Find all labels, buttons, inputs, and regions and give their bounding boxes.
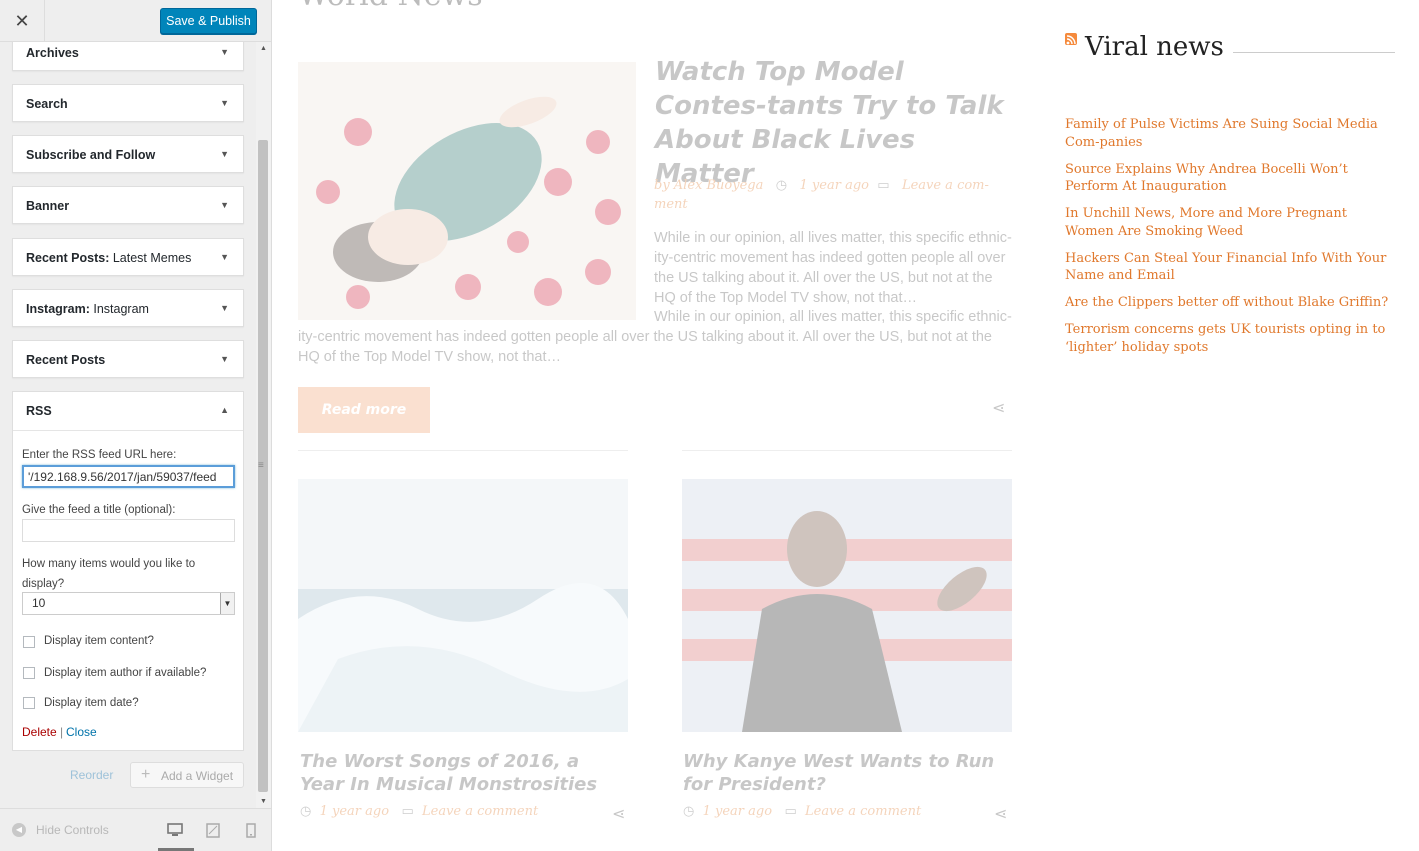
widget-title: RSS bbox=[26, 404, 52, 418]
viral-news-item[interactable]: Source Explains Why Andrea Bocelli Won’t… bbox=[1065, 161, 1395, 196]
widget-title: Banner bbox=[26, 199, 70, 213]
close-widget-link[interactable]: Close bbox=[66, 725, 97, 739]
card-1-meta: ◷ 1 year ago ▭ Leave a comment bbox=[300, 804, 539, 819]
widget-archives[interactable]: Archives ▼ bbox=[12, 42, 244, 71]
clock-icon: ◷ bbox=[767, 178, 796, 193]
clock-icon: ◷ bbox=[683, 804, 703, 819]
viral-news-item[interactable]: Are the Clippers better off without Blak… bbox=[1065, 294, 1395, 312]
app-window: ✕ Save & Publish Archives ▼ Search ▼ Sub… bbox=[0, 0, 1419, 851]
divider bbox=[682, 450, 1012, 451]
sidebar-scrollbar[interactable]: ▲ ▼ bbox=[256, 42, 271, 808]
comment-icon: ▭ bbox=[389, 804, 422, 819]
card-2-meta: ◷ 1 year ago ▭ Leave a comment bbox=[683, 804, 922, 819]
widget-title: Recent Posts bbox=[26, 353, 106, 367]
scroll-up-arrow-icon[interactable]: ▲ bbox=[260, 45, 267, 52]
arrow-down-icon[interactable]: ▼ bbox=[220, 149, 229, 159]
hero-post-title[interactable]: Watch Top Model Contes-tants Try to Talk… bbox=[655, 55, 1015, 191]
section-title: World News bbox=[298, 0, 483, 13]
post-author[interactable]: by Alex Buoyega bbox=[654, 178, 763, 193]
link-separator: | bbox=[60, 725, 64, 739]
read-more-button[interactable]: Read more bbox=[298, 387, 430, 433]
hero-post-meta: by Alex Buoyega ◷ 1 year ago ▭ Leave a c… bbox=[654, 176, 994, 214]
item-count-label: How many items would you like to display… bbox=[22, 558, 196, 590]
display-content-label: Display item content? bbox=[44, 635, 154, 647]
tablet-preview-icon[interactable] bbox=[206, 823, 220, 843]
arrow-down-icon[interactable]: ▼ bbox=[220, 47, 229, 57]
comment-icon: ▭ bbox=[873, 178, 898, 193]
card-2-title[interactable]: Why Kanye West Wants to Run for Presiden… bbox=[683, 750, 1003, 796]
post-time[interactable]: 1 year ago bbox=[800, 178, 869, 193]
hide-controls-button[interactable]: ◀ Hide Controls bbox=[12, 823, 109, 837]
card-2-image[interactable] bbox=[682, 479, 1012, 732]
widget-title: Archives bbox=[26, 46, 79, 60]
plus-icon: + bbox=[141, 766, 151, 783]
viral-news-list: Family of Pulse Victims Are Suing Social… bbox=[1065, 116, 1395, 366]
mobile-preview-icon[interactable] bbox=[246, 823, 256, 843]
widget-rss-expanded: RSS ▲ Enter the RSS feed URL here: '/192… bbox=[12, 391, 244, 751]
add-widget-button[interactable]: + Add a Widget bbox=[130, 762, 244, 788]
reorder-link[interactable]: Reorder bbox=[70, 768, 113, 782]
main-content-faded: World News Watch Top Model Contes-tants … bbox=[272, 0, 1032, 851]
site-preview: World News Watch Top Model Contes-tants … bbox=[272, 0, 1419, 851]
hero-post-image[interactable] bbox=[298, 62, 636, 320]
display-date-label: Display item date? bbox=[44, 697, 139, 709]
widget-title: Search bbox=[26, 97, 68, 111]
display-date-checkbox[interactable] bbox=[23, 697, 35, 709]
arrow-down-icon[interactable]: ▼ bbox=[220, 303, 229, 313]
widget-rss-header[interactable]: RSS ▲ bbox=[13, 392, 243, 431]
resize-handle-icon[interactable]: ≡ bbox=[258, 460, 264, 471]
display-author-label: Display item author if available? bbox=[44, 667, 207, 679]
viral-news-item[interactable]: Hackers Can Steal Your Financial Info Wi… bbox=[1065, 250, 1395, 285]
viral-news-item[interactable]: Family of Pulse Victims Are Suing Social… bbox=[1065, 116, 1395, 151]
item-count-select[interactable]: 10 ▼ bbox=[22, 592, 235, 615]
card-1-title[interactable]: The Worst Songs of 2016, a Year In Music… bbox=[300, 750, 620, 796]
widget-title: Recent Posts: Latest Memes bbox=[26, 251, 192, 265]
hero-excerpt-repeat: While in our opinion, all lives matter, … bbox=[298, 309, 1012, 365]
customizer-sidebar: ✕ Save & Publish Archives ▼ Search ▼ Sub… bbox=[0, 0, 272, 851]
card-1-image[interactable] bbox=[298, 479, 628, 732]
close-customizer-button[interactable]: ✕ bbox=[0, 0, 45, 42]
close-icon: ✕ bbox=[14, 10, 30, 31]
clock-icon: ◷ bbox=[300, 804, 320, 819]
widget-banner[interactable]: Banner ▼ bbox=[12, 186, 244, 224]
widget-list: Archives ▼ Search ▼ Subscribe and Follow… bbox=[0, 42, 256, 808]
customizer-footer: ◀ Hide Controls bbox=[0, 808, 271, 851]
arrow-down-icon[interactable]: ▼ bbox=[220, 200, 229, 210]
divider bbox=[298, 450, 628, 451]
collapse-icon: ◀ bbox=[12, 823, 26, 837]
title-rule bbox=[1233, 52, 1395, 53]
viral-news-item[interactable]: In Unchill News, More and More Pregnant … bbox=[1065, 205, 1395, 240]
widget-recent-posts-memes[interactable]: Recent Posts: Latest Memes ▼ bbox=[12, 238, 244, 276]
hero-excerpt: While in our opinion, all lives matter, … bbox=[654, 230, 1012, 306]
delete-widget-link[interactable]: Delete bbox=[22, 725, 57, 739]
arrow-down-icon[interactable]: ▼ bbox=[220, 252, 229, 262]
save-publish-button[interactable]: Save & Publish bbox=[160, 8, 257, 34]
widget-instagram[interactable]: Instagram: Instagram ▼ bbox=[12, 289, 244, 327]
dropdown-arrow-icon[interactable]: ▼ bbox=[220, 593, 234, 614]
widget-title: Instagram: Instagram bbox=[26, 302, 149, 316]
desktop-preview-icon[interactable] bbox=[167, 823, 183, 842]
widget-recent-posts[interactable]: Recent Posts ▼ bbox=[12, 340, 244, 378]
widget-search[interactable]: Search ▼ bbox=[12, 84, 244, 122]
feed-title-label: Give the feed a title (optional): bbox=[22, 504, 176, 516]
arrow-up-icon[interactable]: ▲ bbox=[220, 405, 229, 415]
comment-icon: ▭ bbox=[772, 804, 805, 819]
share-icon[interactable]: ⋖ bbox=[992, 398, 1005, 418]
widget-subscribe-follow[interactable]: Subscribe and Follow ▼ bbox=[12, 135, 244, 173]
display-author-checkbox[interactable] bbox=[23, 667, 35, 679]
customizer-header: ✕ Save & Publish bbox=[0, 0, 271, 42]
scroll-down-arrow-icon[interactable]: ▼ bbox=[260, 798, 267, 805]
feed-url-label: Enter the RSS feed URL here: bbox=[22, 449, 177, 461]
share-icon[interactable]: ⋖ bbox=[612, 804, 625, 824]
feed-url-input[interactable]: '/192.168.9.56/2017/jan/59037/feed bbox=[22, 465, 235, 488]
arrow-down-icon[interactable]: ▼ bbox=[220, 98, 229, 108]
viral-news-title: Viral news bbox=[1085, 32, 1224, 62]
display-content-checkbox[interactable] bbox=[23, 636, 35, 648]
arrow-down-icon[interactable]: ▼ bbox=[220, 354, 229, 364]
viral-news-item[interactable]: Terrorism concerns gets UK tourists opti… bbox=[1065, 321, 1395, 356]
feed-title-input[interactable] bbox=[22, 519, 235, 542]
widget-title: Subscribe and Follow bbox=[26, 148, 156, 162]
rss-icon[interactable] bbox=[1065, 33, 1077, 45]
share-icon[interactable]: ⋖ bbox=[994, 804, 1007, 824]
